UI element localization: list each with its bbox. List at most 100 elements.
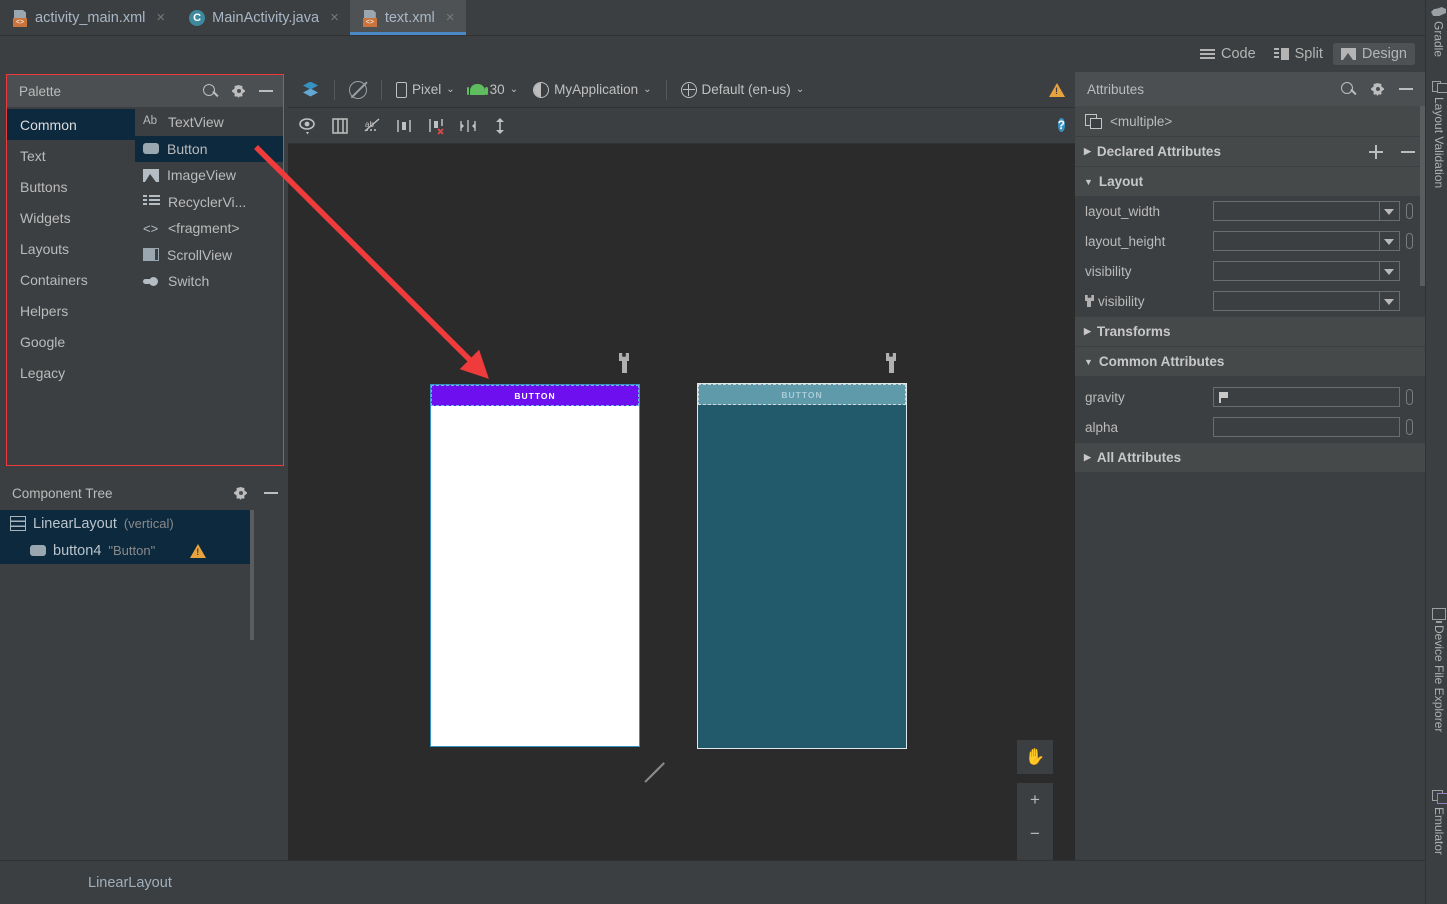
tools-visibility-combobox[interactable]	[1213, 291, 1400, 311]
layers-button[interactable]	[296, 78, 326, 102]
section-label: Declared Attributes	[1096, 144, 1221, 159]
remove-attribute-icon[interactable]	[1401, 150, 1415, 153]
gravity-flag-field[interactable]	[1213, 387, 1400, 407]
preview-button-widget[interactable]: BUTTON	[431, 385, 639, 406]
tab-text-xml[interactable]: text.xml ×	[349, 0, 466, 35]
theme-selector[interactable]: MyApplication ⌄	[527, 79, 657, 101]
search-icon[interactable]	[1341, 81, 1356, 97]
tree-node-button4[interactable]: button4 "Button"	[0, 537, 250, 564]
gear-icon[interactable]	[231, 84, 246, 99]
pack-horizontal-icon[interactable]	[458, 116, 478, 136]
palette-category-google[interactable]: Google	[7, 326, 135, 357]
component-tree-scrollbar[interactable]	[250, 510, 254, 640]
palette-category-buttons[interactable]: Buttons	[7, 171, 135, 202]
palette-category-common[interactable]: Common	[7, 109, 135, 140]
preview-blueprint-device[interactable]: BUTTON	[697, 383, 907, 749]
pan-tool-button[interactable]: ✋	[1017, 740, 1053, 774]
flag-icon	[1219, 391, 1229, 403]
attr-indicator[interactable]	[1406, 419, 1413, 435]
tool-window-gradle[interactable]: Gradle	[1431, 6, 1446, 57]
section-all-attributes[interactable]: ▶ All Attributes	[1075, 442, 1425, 472]
resize-handle-icon[interactable]	[643, 762, 667, 782]
preview-render-device[interactable]: BUTTON	[430, 384, 640, 747]
selection-label: <multiple>	[1110, 113, 1173, 129]
device-file-explorer-icon	[1432, 608, 1446, 623]
attributes-header: Attributes	[1075, 72, 1425, 106]
tools-wrench-icon	[1085, 295, 1094, 307]
palette-item-button[interactable]: Button	[135, 135, 283, 162]
clear-constraints-icon[interactable]: ab	[362, 116, 382, 136]
palette-category-legacy[interactable]: Legacy	[7, 357, 135, 388]
palette-item-switch[interactable]: Switch	[135, 268, 283, 295]
close-icon[interactable]: ×	[446, 9, 455, 26]
device-selector[interactable]: Pixel ⌄	[390, 79, 461, 101]
mode-code-button[interactable]: Code	[1192, 43, 1264, 65]
alpha-text-field[interactable]	[1213, 417, 1400, 437]
attr-label: alpha	[1085, 419, 1119, 435]
expand-vertical-icon[interactable]	[490, 116, 510, 136]
tool-window-device-file-explorer[interactable]: Device File Explorer	[1432, 608, 1446, 732]
attr-indicator[interactable]	[1406, 203, 1413, 219]
theme-label: MyApplication	[554, 82, 639, 97]
guidelines-icon[interactable]	[426, 116, 446, 136]
section-common-attributes[interactable]: ▼ Common Attributes	[1075, 346, 1425, 376]
divider	[665, 79, 667, 100]
design-canvas[interactable]: BUTTON BUTTON ✋ + − 1:1	[288, 145, 1075, 860]
section-layout[interactable]: ▼ Layout	[1075, 166, 1425, 196]
right-tool-strip: Gradle Layout Validation Device File Exp…	[1425, 0, 1447, 904]
palette-category-containers[interactable]: Containers	[7, 264, 135, 295]
help-icon[interactable]: ?	[1057, 118, 1065, 132]
close-icon[interactable]: ×	[330, 9, 339, 26]
section-declared-attributes[interactable]: ▶ Declared Attributes	[1075, 136, 1425, 166]
tab-activity-main-xml[interactable]: activity_main.xml ×	[0, 0, 176, 35]
section-transforms[interactable]: ▶ Transforms	[1075, 316, 1425, 346]
device-config-wrench-icon[interactable]	[619, 353, 629, 373]
attr-indicator[interactable]	[1406, 233, 1413, 249]
minimize-icon[interactable]	[264, 492, 278, 494]
code-view-icon	[1199, 48, 1215, 60]
align-horizontal-icon[interactable]	[394, 116, 414, 136]
gear-icon[interactable]	[1370, 82, 1385, 97]
palette-item-recyclerview[interactable]: RecyclerVi...	[135, 189, 283, 216]
palette-category-layouts[interactable]: Layouts	[7, 233, 135, 264]
blueprint-toggle-button[interactable]	[343, 78, 373, 102]
palette-item-textview[interactable]: Ab TextView	[135, 109, 283, 136]
layout-width-combobox[interactable]	[1213, 201, 1400, 221]
device-config-wrench-icon[interactable]	[886, 353, 896, 373]
tree-node-linearlayout[interactable]: LinearLayout (vertical)	[0, 510, 250, 537]
zoom-in-button[interactable]: +	[1017, 783, 1053, 817]
add-attribute-icon[interactable]	[1369, 144, 1383, 159]
tool-label: Layout Validation	[1432, 97, 1446, 189]
api-selector[interactable]: 30 ⌄	[464, 79, 524, 100]
palette-item-fragment[interactable]: <> <fragment>	[135, 215, 283, 242]
close-icon[interactable]: ×	[156, 9, 165, 26]
attr-label: visibility	[1085, 263, 1132, 279]
palette-item-scrollview[interactable]: ScrollView	[135, 242, 283, 269]
palette-category-text[interactable]: Text	[7, 140, 135, 171]
palette-category-widgets[interactable]: Widgets	[7, 202, 135, 233]
autoconnect-icon[interactable]	[330, 116, 350, 136]
palette-category-helpers[interactable]: Helpers	[7, 295, 135, 326]
warning-icon[interactable]	[1049, 82, 1065, 97]
minimize-icon[interactable]	[259, 90, 273, 92]
attr-indicator[interactable]	[1406, 389, 1413, 405]
tool-window-layout-validation[interactable]: Layout Validation	[1432, 80, 1447, 189]
mode-design-button[interactable]: Design	[1332, 43, 1415, 65]
preview-button-widget-blueprint[interactable]: BUTTON	[698, 384, 906, 405]
globe-icon	[680, 81, 697, 98]
zoom-out-button[interactable]: −	[1017, 817, 1053, 851]
visibility-combobox[interactable]	[1213, 261, 1400, 281]
layout-height-combobox[interactable]	[1213, 231, 1400, 251]
show-constraints-icon[interactable]	[298, 116, 318, 136]
xml-file-icon	[362, 10, 378, 27]
locale-selector[interactable]: Default (en-us) ⌄	[675, 79, 811, 101]
search-icon[interactable]	[203, 83, 218, 99]
warning-icon	[190, 543, 207, 558]
gear-icon[interactable]	[233, 486, 248, 501]
zoom-actual-size-button[interactable]: 1:1	[1017, 851, 1053, 860]
palette-item-imageview[interactable]: ImageView	[135, 162, 283, 189]
minimize-icon[interactable]	[1399, 88, 1413, 90]
tab-main-activity-java[interactable]: C MainActivity.java ×	[176, 0, 350, 35]
mode-split-button[interactable]: Split	[1266, 43, 1331, 65]
tool-window-emulator[interactable]: Emulator	[1432, 790, 1447, 855]
